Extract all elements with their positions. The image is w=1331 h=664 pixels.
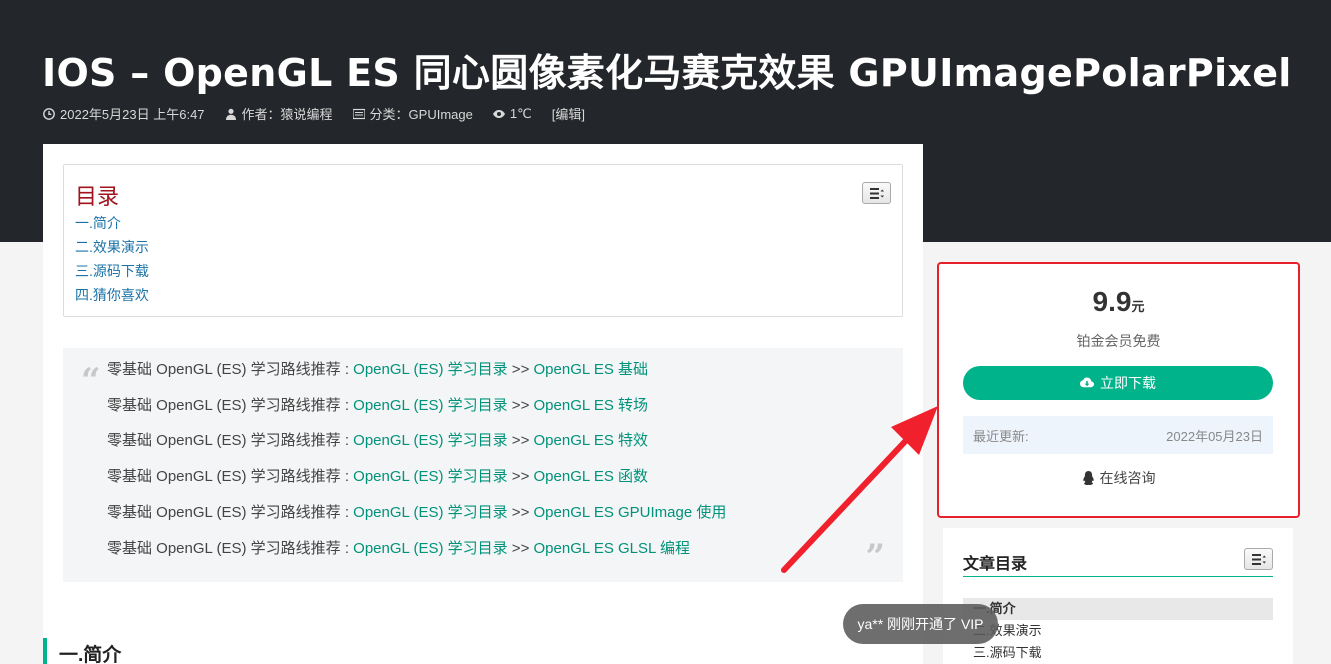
quote-separator: >> (507, 504, 534, 521)
clock-icon (43, 107, 55, 120)
quote-link-directory[interactable]: OpenGL (ES) 学习目录 (353, 504, 507, 521)
member-note: 铂金会员免费 (1076, 333, 1161, 349)
quote-line: 零基础 OpenGL (ES) 学习路线推荐 : OpenGL (ES) 学习目… (107, 539, 690, 559)
post-author[interactable]: 作者：猿说编程 (225, 104, 333, 123)
quote-link-directory[interactable]: OpenGL (ES) 学习目录 (353, 432, 507, 449)
toc-title: 目录 (75, 184, 120, 209)
quote-prefix: 零基础 OpenGL (ES) 学习路线推荐 : (107, 432, 354, 449)
toc-item[interactable]: 三.源码下载 (75, 259, 149, 283)
online-consult-label: 在线咨询 (1099, 470, 1156, 486)
post-views-text: 1℃ (509, 105, 532, 121)
quote-link-topic[interactable]: OpenGL ES 基础 (534, 361, 649, 378)
download-card: 9.9元 铂金会员免费 立即下载 最近更新: 2022年05月23日 在线咨询 (937, 262, 1300, 518)
close-quote-icon: ” (865, 537, 885, 577)
quote-separator: >> (507, 397, 534, 414)
qq-icon (1082, 471, 1094, 485)
quote-line: 零基础 OpenGL (ES) 学习路线推荐 : OpenGL (ES) 学习目… (107, 360, 648, 380)
eye-icon (492, 109, 505, 118)
quote-prefix: 零基础 OpenGL (ES) 学习路线推荐 : (107, 361, 354, 378)
toc-toggle-button[interactable] (862, 182, 891, 204)
online-consult-button[interactable]: 在线咨询 (939, 468, 1298, 488)
quote-link-topic[interactable]: OpenGL ES 函数 (534, 468, 649, 485)
quote-link-topic[interactable]: OpenGL ES 转场 (534, 397, 649, 414)
quote-link-topic[interactable]: OpenGL ES GPUImage 使用 (534, 504, 727, 521)
sidebar-toc-list-icon (1251, 553, 1266, 565)
last-updated-label: 最近更新: (973, 428, 1029, 444)
table-of-contents: 目录 一.简介 二.效果演示 三.源码下载 四.猜你喜欢 (63, 164, 903, 317)
last-updated-value: 2022年05月23日 (1166, 428, 1263, 444)
section-heading: 一.简介 (43, 638, 121, 664)
quote-link-topic[interactable]: OpenGL ES GLSL 编程 (534, 540, 690, 557)
quote-line: 零基础 OpenGL (ES) 学习路线推荐 : OpenGL (ES) 学习目… (107, 396, 648, 416)
quote-separator: >> (507, 468, 534, 485)
toc-item[interactable]: 二.效果演示 (75, 235, 149, 259)
download-button[interactable]: 立即下载 (963, 366, 1273, 400)
post-date: 2022年5月23日 上午6:47 (43, 104, 205, 123)
sidebar-toc-item[interactable]: 一.简介 (963, 598, 1273, 620)
last-updated-row: 最近更新: 2022年05月23日 (963, 416, 1273, 454)
quote-prefix: 零基础 OpenGL (ES) 学习路线推荐 : (107, 468, 354, 485)
post-meta: 2022年5月23日 上午6:47 作者：猿说编程 分类：GPUImage 1℃… (43, 104, 585, 123)
toc-list-icon (869, 187, 884, 199)
sidebar-toc-item[interactable]: 三.源码下载 (963, 642, 1273, 664)
post-views: 1℃ (492, 105, 532, 122)
quote-separator: >> (507, 432, 534, 449)
user-icon (225, 108, 236, 120)
price: 9.9元 (939, 286, 1298, 318)
quote-link-directory[interactable]: OpenGL (ES) 学习目录 (353, 468, 507, 485)
post-category[interactable]: 分类：GPUImage (352, 104, 473, 123)
sidebar-toc-divider (963, 576, 1273, 577)
sidebar-toc-list: 一.简介 二.效果演示 三.源码下载 (963, 598, 1273, 664)
quote-line: 零基础 OpenGL (ES) 学习路线推荐 : OpenGL (ES) 学习目… (107, 431, 648, 451)
quote-line: 零基础 OpenGL (ES) 学习路线推荐 : OpenGL (ES) 学习目… (107, 467, 648, 487)
page-title: IOS – OpenGL ES 同心圆像素化马赛克效果 GPUImagePola… (42, 51, 1292, 95)
learning-path-quote: “ 零基础 OpenGL (ES) 学习路线推荐 : OpenGL (ES) 学… (63, 348, 903, 582)
toc-item[interactable]: 一.简介 (75, 211, 149, 235)
vip-notification-toast: ya** 刚刚开通了 VIP (843, 604, 998, 644)
price-value: 9.9 (1092, 286, 1132, 317)
quote-prefix: 零基础 OpenGL (ES) 学习路线推荐 : (107, 540, 354, 557)
toc-item[interactable]: 四.猜你喜欢 (75, 283, 149, 307)
sidebar-toc-title: 文章目录 (963, 556, 1028, 573)
sidebar-toc-toggle-button[interactable] (1244, 548, 1273, 570)
toc-list: 一.简介 二.效果演示 三.源码下载 四.猜你喜欢 (75, 211, 149, 307)
quote-line: 零基础 OpenGL (ES) 学习路线推荐 : OpenGL (ES) 学习目… (107, 503, 726, 523)
sidebar-toc-item[interactable]: 二.效果演示 (963, 620, 1273, 642)
quote-separator: >> (507, 361, 534, 378)
quote-separator: >> (507, 540, 534, 557)
price-unit: 元 (1131, 299, 1145, 314)
post-category-text: 分类：GPUImage (369, 107, 473, 122)
sidebar-article-toc: 文章目录 一.简介 二.效果演示 三.源码下载 (943, 528, 1293, 664)
download-button-label: 立即下载 (1100, 375, 1156, 391)
quote-prefix: 零基础 OpenGL (ES) 学习路线推荐 : (107, 504, 354, 521)
cloud-download-icon (1080, 377, 1094, 388)
open-quote-icon: “ (81, 361, 101, 401)
quote-link-directory[interactable]: OpenGL (ES) 学习目录 (353, 361, 507, 378)
article-body: 目录 一.简介 二.效果演示 三.源码下载 四.猜你喜欢 “ 零基础 OpenG… (43, 144, 923, 664)
quote-link-topic[interactable]: OpenGL ES 特效 (534, 432, 649, 449)
list-icon (352, 108, 365, 119)
edit-link[interactable]: [编辑] (552, 104, 585, 123)
quote-link-directory[interactable]: OpenGL (ES) 学习目录 (353, 540, 507, 557)
quote-prefix: 零基础 OpenGL (ES) 学习路线推荐 : (107, 397, 354, 414)
post-date-text: 2022年5月23日 上午6:47 (60, 107, 205, 122)
quote-link-directory[interactable]: OpenGL (ES) 学习目录 (353, 397, 507, 414)
post-author-text: 作者：猿说编程 (241, 107, 333, 122)
